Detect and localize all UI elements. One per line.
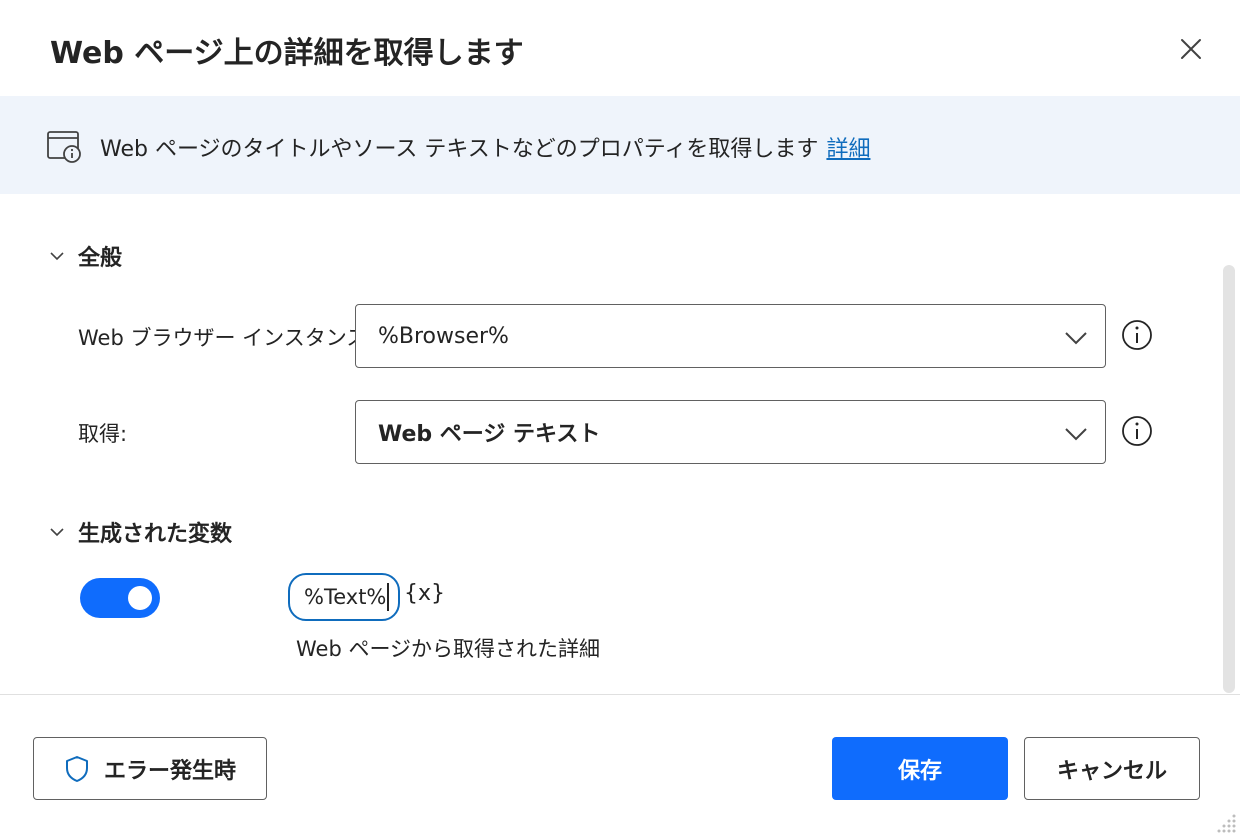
toggle-knob [128, 586, 152, 610]
vertical-scrollbar[interactable] [1223, 265, 1235, 693]
dialog-title: Web ページ上の詳細を取得します [50, 36, 524, 71]
section-general-header[interactable]: 全般 [46, 240, 122, 272]
get-label: 取得: [78, 422, 128, 446]
section-variables-label: 生成された変数 [78, 522, 233, 547]
info-text: Web ページのタイトルやソース テキストなどのプロパティを取得します 詳細 [100, 131, 870, 163]
variable-picker-button[interactable]: {x} [404, 581, 445, 606]
close-button[interactable] [1168, 26, 1214, 72]
info-icon[interactable] [1121, 415, 1153, 447]
get-property-select[interactable]: Web ページ テキスト [355, 400, 1106, 464]
chevron-down-icon [1065, 428, 1087, 441]
browser-instance-select[interactable]: %Browser% [355, 304, 1106, 368]
section-general-label: 全般 [78, 246, 123, 271]
chevron-down-icon [50, 528, 64, 537]
on-error-button[interactable]: エラー発生時 [33, 737, 267, 800]
dialog-header: Web ページ上の詳細を取得します [0, 0, 1240, 96]
resize-grip-icon[interactable] [1212, 810, 1238, 836]
cancel-button[interactable]: キャンセル [1024, 737, 1200, 800]
chevron-down-icon [1065, 332, 1087, 345]
details-link[interactable]: 詳細 [826, 137, 870, 162]
close-icon [1181, 39, 1201, 59]
variable-toggle[interactable] [80, 578, 160, 618]
info-icon[interactable] [1121, 319, 1153, 351]
shield-icon [65, 755, 88, 782]
variable-description: Web ページから取得された詳細 [296, 637, 601, 661]
browser-instance-value: %Browser% [378, 323, 509, 349]
info-description: Web ページのタイトルやソース テキストなどのプロパティを取得します [100, 137, 819, 162]
web-info-icon [47, 131, 81, 163]
variable-name-value: %Text% [304, 585, 387, 609]
browser-instance-label: Web ブラウザー インスタンス: [78, 326, 375, 350]
get-property-value: Web ページ テキスト [378, 422, 601, 447]
variable-name-input[interactable]: %Text% [288, 573, 400, 621]
save-button[interactable]: 保存 [832, 737, 1008, 800]
text-cursor [387, 583, 390, 611]
section-variables-header[interactable]: 生成された変数 [46, 516, 232, 548]
chevron-down-icon [50, 252, 64, 261]
footer-divider [0, 694, 1240, 695]
on-error-label: エラー発生時 [103, 758, 236, 784]
